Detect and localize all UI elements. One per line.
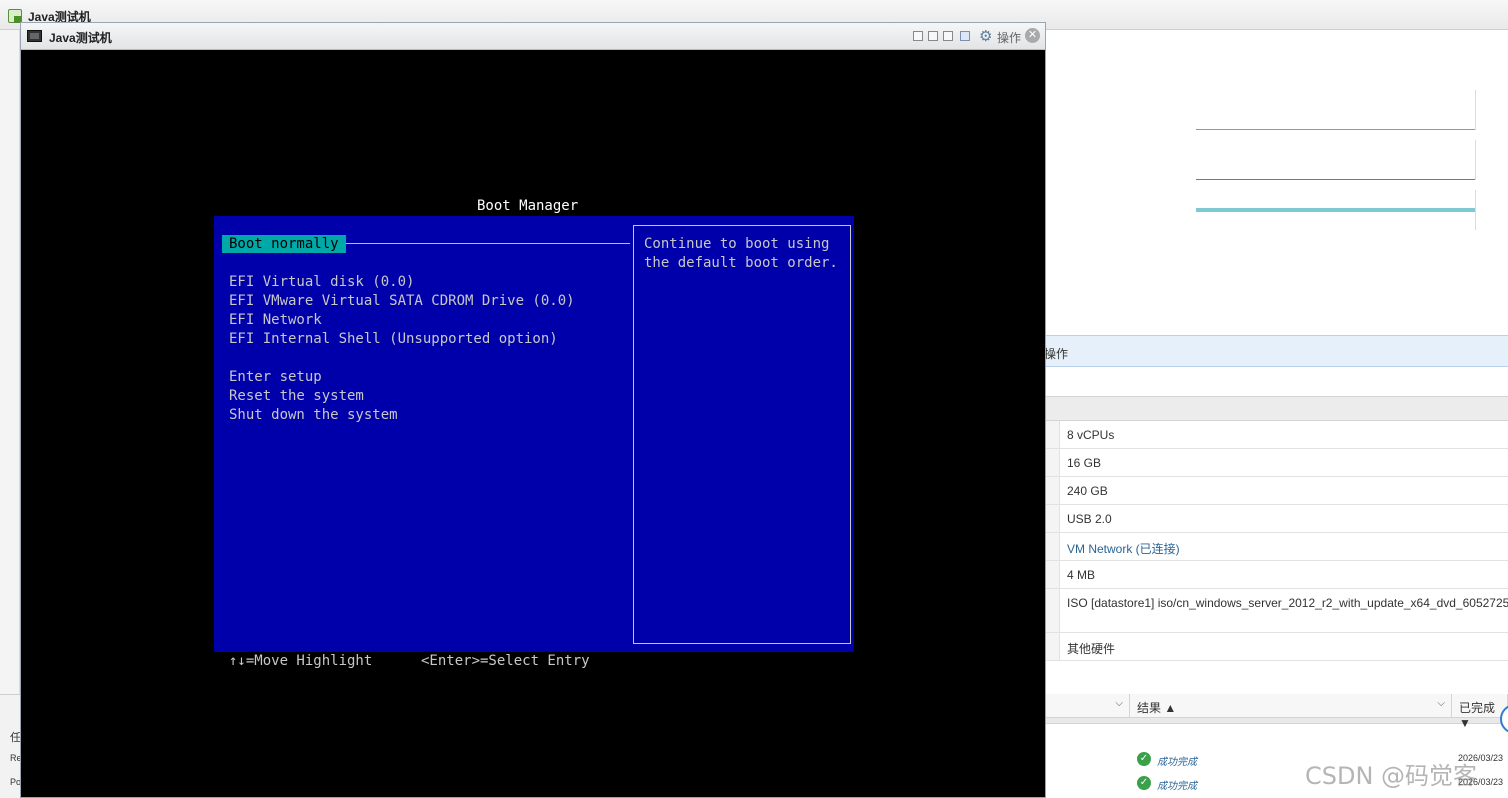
column-header-blank[interactable]: ⌵ bbox=[1046, 694, 1130, 718]
chevron-down-icon[interactable]: ⌵ bbox=[1437, 698, 1445, 709]
selection-divider bbox=[339, 243, 630, 244]
hardware-row-disk: 240 GB bbox=[1046, 477, 1508, 505]
fullscreen-icon[interactable] bbox=[928, 31, 938, 41]
hardware-value: USB 2.0 bbox=[1067, 512, 1112, 526]
help-text-line: Continue to boot using bbox=[644, 236, 830, 252]
actions-bar[interactable]: 操作 bbox=[1044, 335, 1508, 367]
cpu-usage-line bbox=[1196, 129, 1475, 130]
footer-select-hint: <Enter>=Select Entry bbox=[421, 653, 590, 669]
boot-option-virtual-disk[interactable]: EFI Virtual disk (0.0) bbox=[229, 273, 414, 291]
performance-charts bbox=[1046, 30, 1508, 335]
gear-icon[interactable]: ⚙ bbox=[979, 27, 992, 45]
boot-option-internal-shell[interactable]: EFI Internal Shell (Unsupported option) bbox=[229, 330, 558, 348]
network-link[interactable]: VM Network (已连接) bbox=[1067, 540, 1180, 557]
chevron-down-icon[interactable]: ⌵ bbox=[1115, 698, 1123, 709]
close-icon[interactable]: ✕ bbox=[1025, 28, 1040, 43]
memory-usage-line bbox=[1196, 179, 1475, 180]
chart-divider bbox=[1475, 140, 1476, 180]
help-panel bbox=[633, 225, 851, 644]
hardware-row-memory: 16 GB bbox=[1046, 449, 1508, 477]
boot-option-reset[interactable]: Reset the system bbox=[229, 387, 364, 405]
console-actions-menu[interactable]: 操作 bbox=[997, 29, 1021, 46]
host-left-strip bbox=[0, 30, 20, 798]
storage-usage-bar bbox=[1196, 208, 1475, 212]
vm-console-title: Java测试机 bbox=[49, 31, 112, 45]
hardware-value: 4 MB bbox=[1067, 568, 1096, 582]
column-header-result[interactable]: 结果 ▲ ⌵ bbox=[1130, 694, 1452, 718]
keyboard-layout-icon[interactable] bbox=[960, 31, 970, 41]
hardware-value: ISO [datastore1] iso/cn_windows_server_2… bbox=[1067, 596, 1508, 610]
boot-option-enter-setup[interactable]: Enter setup bbox=[229, 368, 322, 386]
boot-option-normally[interactable]: Boot normally bbox=[222, 235, 346, 253]
hardware-row-cdrom: ISO [datastore1] iso/cn_windows_server_2… bbox=[1046, 589, 1508, 633]
console-icon bbox=[27, 30, 42, 42]
hardware-row-video: 4 MB bbox=[1046, 561, 1508, 589]
task-status: 成功完成 bbox=[1157, 757, 1197, 768]
hardware-value: 240 GB bbox=[1067, 484, 1108, 498]
resize-icon[interactable] bbox=[943, 31, 953, 41]
hardware-table: 8 vCPUs 16 GB 240 GB USB 2.0 VM Network … bbox=[1046, 421, 1508, 661]
host-summary-panel: 操作 8 vCPUs 16 GB 240 GB USB 2.0 VM Netwo… bbox=[1044, 30, 1508, 798]
vm-screen[interactable]: Boot Manager Boot normally EFI Virtual d… bbox=[21, 51, 1045, 797]
chart-divider bbox=[1475, 190, 1476, 230]
vm-app-icon bbox=[8, 9, 22, 23]
boot-manager-title: Boot Manager bbox=[477, 198, 579, 214]
hardware-row-usb: USB 2.0 bbox=[1046, 505, 1508, 533]
hardware-value: 16 GB bbox=[1067, 456, 1102, 470]
hardware-row-network[interactable]: VM Network (已连接) bbox=[1046, 533, 1508, 561]
success-check-icon: ✓ bbox=[1137, 752, 1151, 766]
vm-console-window[interactable]: Java测试机 ⚙ 操作 ✕ Boot Manager Boot normall… bbox=[20, 22, 1046, 798]
watermark: CSDN @码觉客 bbox=[1305, 762, 1478, 790]
boot-option-network[interactable]: EFI Network bbox=[229, 311, 322, 329]
success-check-icon: ✓ bbox=[1137, 776, 1151, 790]
send-keys-icon[interactable] bbox=[913, 31, 923, 41]
boot-option-shutdown[interactable]: Shut down the system bbox=[229, 406, 398, 424]
footer-move-hint: ↑↓=Move Highlight bbox=[229, 653, 373, 669]
recent-tasks-left-panel: 任 Re Po bbox=[0, 694, 22, 798]
help-text-line: the default boot order. bbox=[644, 255, 838, 271]
hardware-row-cpu: 8 vCPUs bbox=[1046, 421, 1508, 449]
chart-divider bbox=[1475, 90, 1476, 130]
hardware-section-header bbox=[1046, 396, 1508, 421]
actions-label[interactable]: 操作 bbox=[1044, 345, 1068, 362]
hardware-row-other[interactable]: 其他硬件 bbox=[1046, 633, 1508, 661]
task-status: 成功完成 bbox=[1157, 781, 1197, 792]
vm-console-titlebar[interactable]: Java测试机 ⚙ 操作 ✕ bbox=[21, 23, 1045, 50]
hardware-value: 8 vCPUs bbox=[1067, 428, 1115, 442]
boot-option-sata-cdrom[interactable]: EFI VMware Virtual SATA CDROM Drive (0.0… bbox=[229, 292, 575, 310]
hardware-value[interactable]: 其他硬件 bbox=[1067, 640, 1115, 657]
